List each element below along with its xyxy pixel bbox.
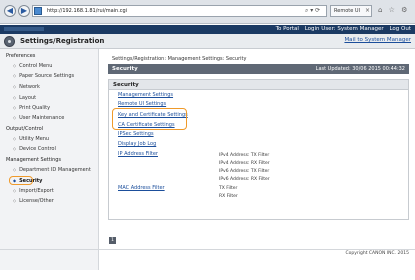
back-icon[interactable]: ◀	[4, 5, 16, 17]
sidebar-item-layout[interactable]: Layout	[13, 95, 36, 101]
settings-icon	[4, 36, 15, 47]
section-header: Security	[109, 80, 408, 90]
ip-filter-value: IPv6 Address: RX Filter	[219, 177, 270, 182]
sidebar-item-license-other[interactable]: License/Other	[13, 198, 54, 204]
login-user-label: Login User: System Manager	[304, 26, 384, 32]
header-title: Settings/Registration	[20, 37, 105, 45]
log-out-link[interactable]: Log Out	[389, 26, 411, 32]
sidebar-category-preferences: Preferences	[6, 53, 36, 59]
forward-icon[interactable]: ▶	[18, 5, 30, 17]
footer-divider	[0, 249, 415, 250]
page-icon	[34, 7, 42, 15]
sidebar-item-import-export[interactable]: Import/Export	[13, 188, 54, 194]
address-bar[interactable]: http://192.168.1.81/rui/main.cgi	[32, 5, 327, 17]
search-refresh-icon[interactable]: ⌕ ▾ ⟳	[305, 7, 320, 15]
security-highlight-callout	[9, 176, 33, 185]
link-remote-ui-settings[interactable]: Remote UI Settings	[118, 101, 166, 107]
top-links: To Portal Login User: System Manager Log…	[272, 26, 411, 32]
sidebar-item-utility-menu[interactable]: Utility Menu	[13, 136, 49, 142]
link-mac-address-filter[interactable]: MAC Address Filter	[118, 185, 165, 191]
sidebar: Preferences Control Menu Paper Source Se…	[0, 49, 99, 270]
section-title: Security	[113, 82, 139, 88]
home-favorites-settings-icons[interactable]: ⌂ ☆ ⚙	[378, 6, 409, 14]
sidebar-category-management-settings: Management Settings	[6, 157, 62, 163]
breadcrumb: Settings/Registration: Management Settin…	[112, 56, 247, 62]
link-display-job-log[interactable]: Display Job Log	[118, 141, 156, 147]
sidebar-item-paper-source-settings[interactable]: Paper Source Settings	[13, 73, 74, 79]
page-number-badge[interactable]: 1	[109, 237, 116, 244]
ip-filter-value: IPv6 Address: TX Filter	[219, 169, 270, 174]
certificate-settings-highlight-callout	[112, 108, 187, 130]
page-header: Settings/Registration Mail to System Man…	[0, 34, 415, 49]
mac-filter-value: RX Filter	[219, 194, 238, 199]
to-portal-link[interactable]: To Portal	[276, 26, 299, 32]
sidebar-item-network[interactable]: Network	[13, 84, 40, 90]
page-title-bar: Security Last Updated: 30/06 2015 00:44:…	[108, 64, 409, 74]
last-updated: Last Updated: 30/06 2015 00:44:32	[315, 66, 405, 72]
link-management-settings[interactable]: Management Settings	[118, 92, 173, 98]
sidebar-item-department-id-management[interactable]: Department ID Management	[13, 167, 91, 173]
ip-filter-value: IPv4 Address: TX Filter	[219, 153, 270, 158]
sidebar-item-device-control[interactable]: Device Control	[13, 146, 56, 152]
mac-filter-value: TX Filter	[219, 186, 238, 191]
top-bar: To Portal Login User: System Manager Log…	[0, 25, 415, 34]
browser-toolbar: ◀ ▶ http://192.168.1.81/rui/main.cgi ⌕ ▾…	[0, 0, 415, 24]
sidebar-item-control-menu[interactable]: Control Menu	[13, 63, 52, 69]
page-title: Security	[112, 66, 138, 72]
link-ipsec-settings[interactable]: IPSec Settings	[118, 131, 154, 137]
ip-filter-value: IPv4 Address: RX Filter	[219, 161, 270, 166]
close-tab-icon[interactable]: ×	[365, 7, 370, 14]
brand-strip	[4, 27, 44, 31]
sidebar-item-user-maintenance[interactable]: User Maintenance	[13, 115, 64, 121]
link-ip-address-filter[interactable]: IP Address Filter	[118, 151, 158, 157]
copyright: Copyright CANON INC. 2015	[345, 251, 410, 256]
sidebar-item-print-quality[interactable]: Print Quality	[13, 105, 50, 111]
sidebar-category-output-control: Output/Control	[6, 126, 44, 132]
mail-to-system-manager-link[interactable]: Mail to System Manager	[344, 37, 411, 43]
